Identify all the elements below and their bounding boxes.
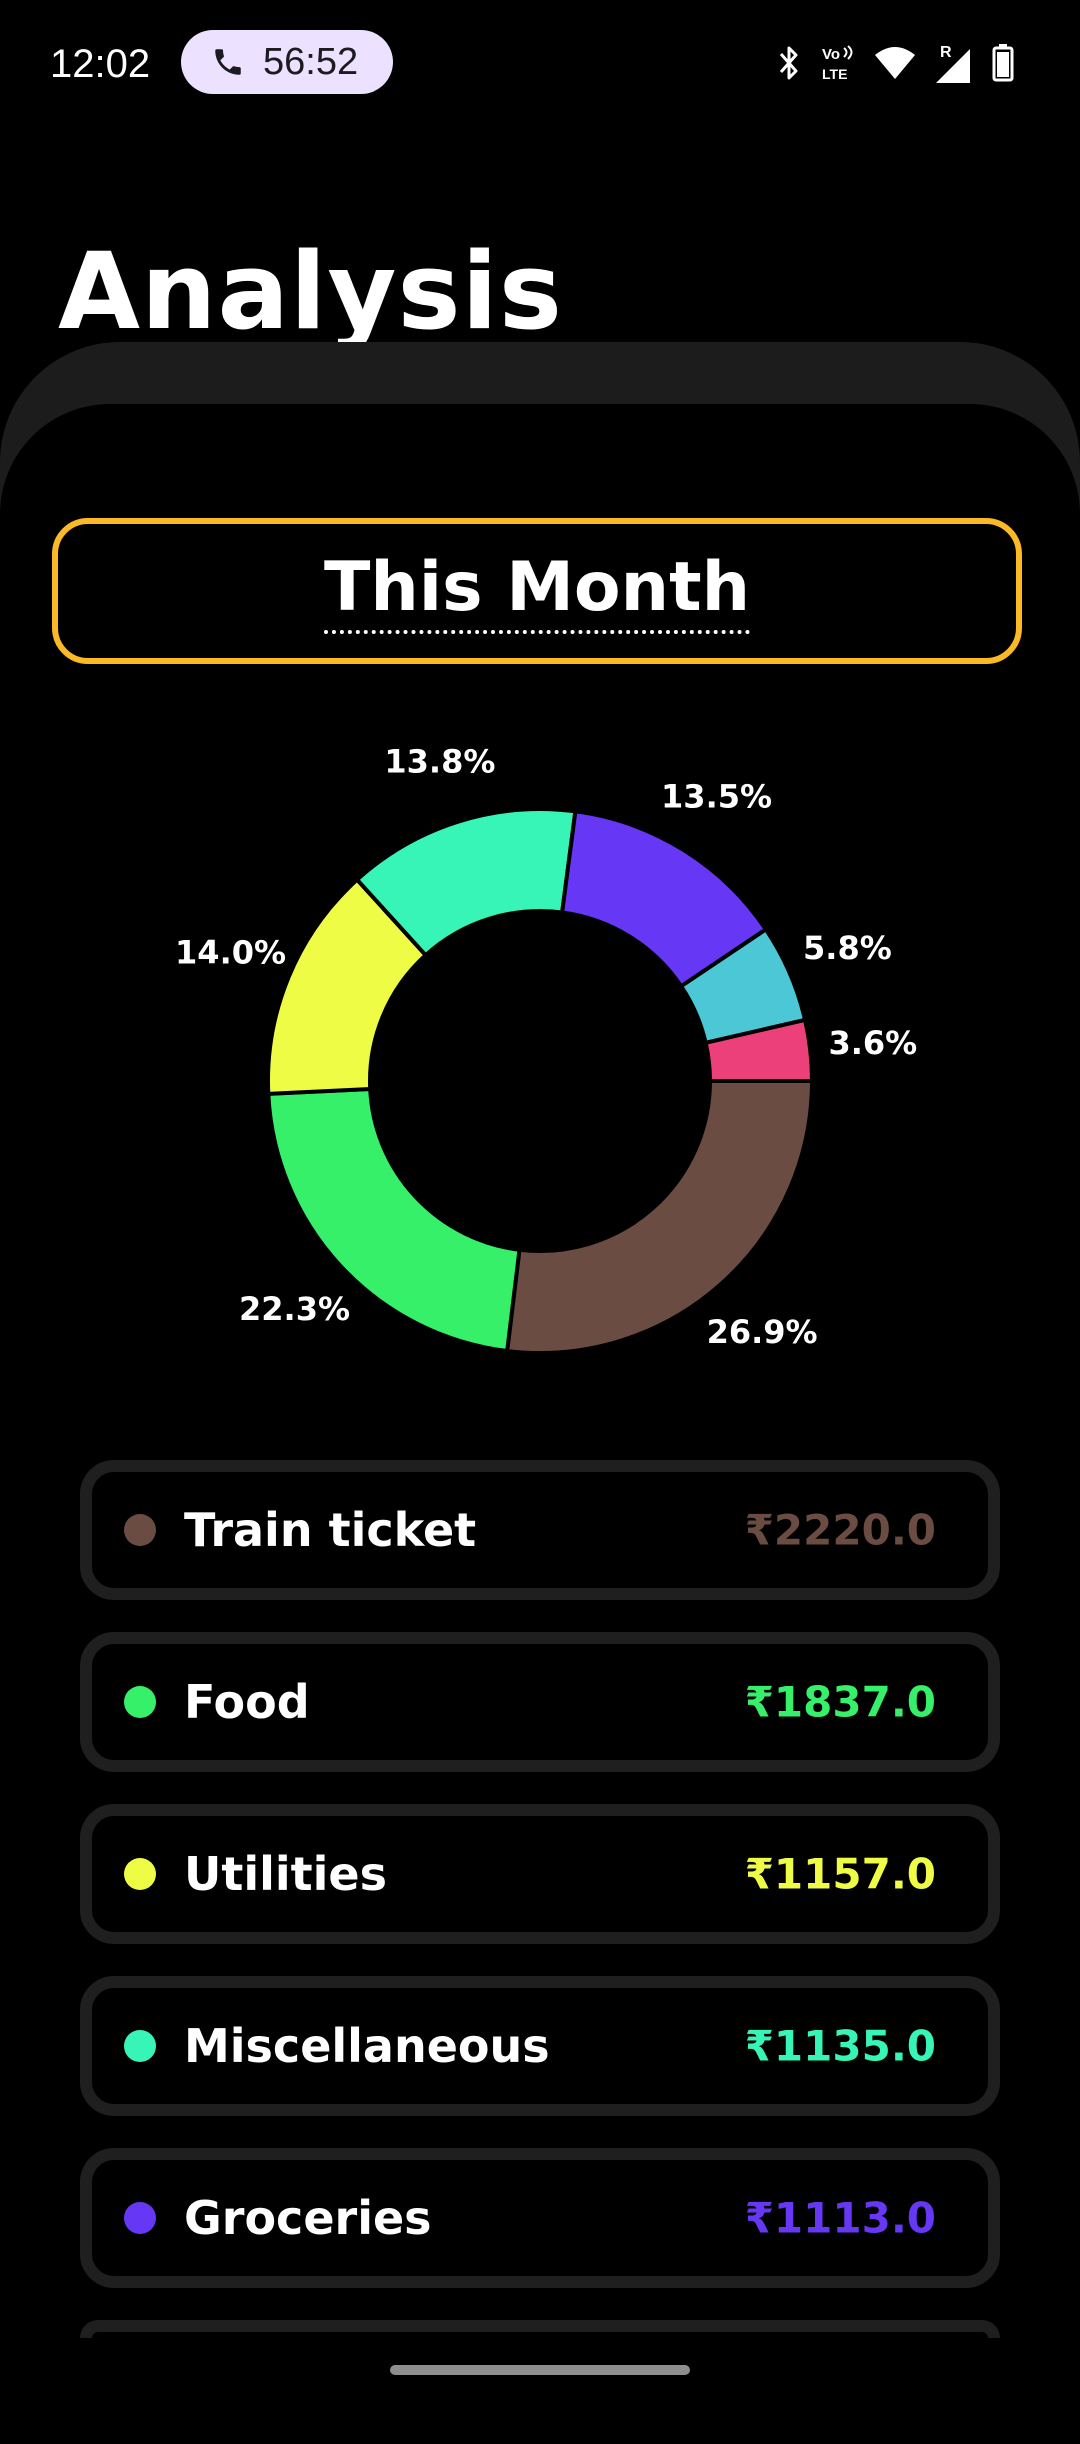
category-color-dot [124, 2202, 156, 2234]
category-amount: ₹1113.0 [744, 2193, 936, 2243]
volte-bottom-text: LTE [822, 66, 847, 82]
bluetooth-icon [779, 46, 798, 80]
volte-top-text: Vo [822, 46, 840, 63]
category-name: Miscellaneous [184, 2019, 550, 2073]
category-name: Groceries [184, 2191, 432, 2245]
period-label: This Month [324, 548, 750, 634]
period-selector[interactable]: This Month [52, 518, 1022, 664]
category-amount: ₹1135.0 [744, 2021, 936, 2071]
page-title: Analysis [58, 230, 563, 353]
wifi-icon [875, 47, 915, 79]
ongoing-call-chip[interactable]: 56:52 [181, 30, 393, 94]
roaming-indicator: R [940, 44, 952, 61]
category-item[interactable]: Utilities ₹1157.0 [80, 1804, 1000, 1944]
category-name: Utilities [184, 1847, 387, 1901]
category-item[interactable]: Groceries ₹1113.0 [80, 2148, 1000, 2288]
donut-percent-label: 26.9% [707, 1313, 818, 1351]
category-color-dot [124, 1858, 156, 1890]
donut-percent-label: 3.6% [828, 1024, 917, 1062]
donut-percent-label: 14.0% [175, 934, 286, 972]
category-item[interactable]: Train ticket ₹2220.0 [80, 1460, 1000, 1600]
category-color-dot [124, 1514, 156, 1546]
category-amount: ₹1157.0 [744, 1849, 936, 1899]
category-amount: ₹2220.0 [744, 1505, 936, 1555]
category-item[interactable]: Miscellaneous ₹1135.0 [80, 1976, 1000, 2116]
category-amount: ₹1837.0 [744, 1677, 936, 1727]
donut-percent-label: 13.8% [384, 742, 495, 780]
category-color-dot [124, 1686, 156, 1718]
expense-donut-chart: 26.9% 22.3% 14.0% 13.8% 13.5% 5.8% 3.6% [175, 742, 917, 1355]
call-timer: 56:52 [263, 40, 359, 83]
status-time: 12:02 [50, 42, 151, 86]
donut-percent-label: 22.3% [239, 1290, 350, 1328]
volte-icon: Vo LTE [822, 45, 853, 82]
category-item[interactable]: Food ₹1837.0 [80, 1632, 1000, 1772]
status-icons: Vo LTE R [776, 40, 1014, 86]
battery-icon [992, 44, 1014, 82]
category-item-partial[interactable] [80, 2320, 1000, 2338]
donut-percent-label: 5.8% [803, 929, 892, 967]
gesture-navigation-bar[interactable] [390, 2365, 690, 2375]
donut-percent-label: 13.5% [661, 777, 772, 815]
category-color-dot [124, 2030, 156, 2062]
phone-icon [215, 49, 241, 75]
category-name: Food [184, 1675, 310, 1729]
status-bar: 12:02 56:52 Vo LTE R [0, 0, 1080, 126]
category-name: Train ticket [184, 1503, 477, 1557]
signal-icon: R [936, 44, 970, 83]
